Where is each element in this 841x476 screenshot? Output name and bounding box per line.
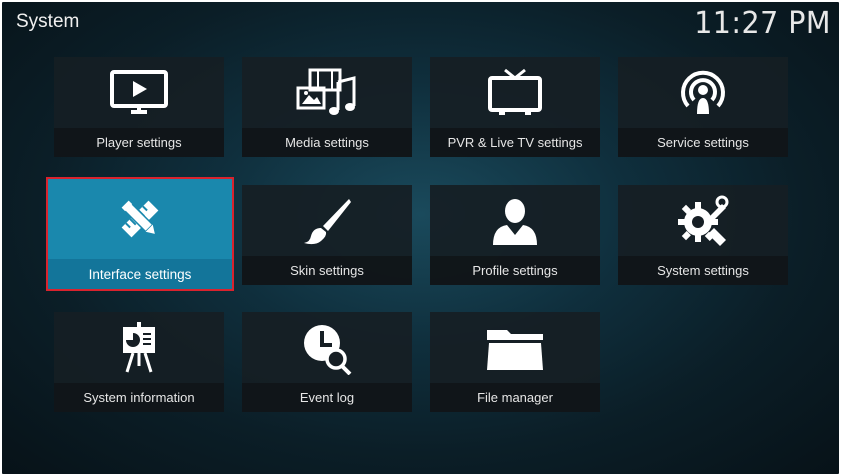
tile-label: System settings	[618, 256, 788, 285]
tile-interface-settings[interactable]: Interface settings	[46, 177, 234, 291]
tile-system-settings[interactable]: System settings	[618, 185, 788, 285]
tile-skin-settings[interactable]: Skin settings	[242, 185, 412, 285]
profile-icon	[430, 185, 600, 257]
tile-label: Media settings	[242, 128, 412, 157]
presentation-icon	[54, 312, 224, 384]
tile-label: Skin settings	[242, 256, 412, 285]
tile-profile-settings[interactable]: Profile settings	[430, 185, 600, 285]
tile-label: Service settings	[618, 128, 788, 157]
tile-media-settings[interactable]: Media settings	[242, 57, 412, 157]
tile-service-settings[interactable]: Service settings	[618, 57, 788, 157]
service-icon	[618, 57, 788, 129]
tile-label: Interface settings	[48, 259, 232, 289]
clock-search-icon	[242, 312, 412, 384]
folder-icon	[430, 312, 600, 384]
tile-label: System information	[54, 383, 224, 412]
tv-icon	[430, 57, 600, 129]
tile-label: Profile settings	[430, 256, 600, 285]
interface-icon	[48, 179, 232, 259]
media-icon	[242, 57, 412, 129]
tile-pvr-settings[interactable]: PVR & Live TV settings	[430, 57, 600, 157]
tile-label: Player settings	[54, 128, 224, 157]
tile-player-settings[interactable]: Player settings	[54, 57, 224, 157]
brush-icon	[242, 185, 412, 257]
tile-file-manager[interactable]: File manager	[430, 312, 600, 412]
tile-label: PVR & Live TV settings	[430, 128, 600, 157]
tile-event-log[interactable]: Event log	[242, 312, 412, 412]
page-title: System	[16, 11, 80, 32]
tile-system-information[interactable]: System information	[54, 312, 224, 412]
clock: 11:27 PM	[694, 6, 831, 41]
gears-icon	[618, 185, 788, 257]
tile-label: File manager	[430, 383, 600, 412]
kodi-system-screen: System 11:27 PM Player settings Media se…	[2, 2, 839, 474]
tile-label: Event log	[242, 383, 412, 412]
player-icon	[54, 57, 224, 129]
